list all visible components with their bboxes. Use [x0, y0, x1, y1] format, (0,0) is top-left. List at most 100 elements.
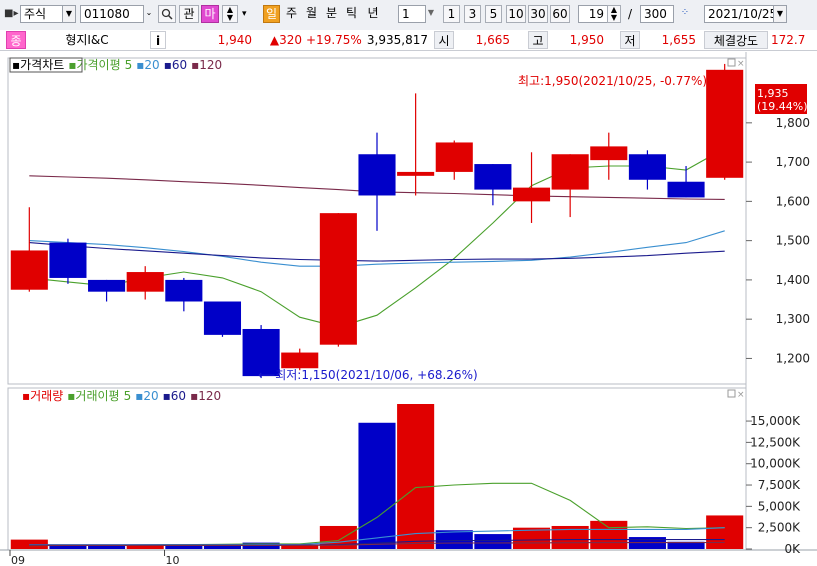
interval-input[interactable]: 1 [398, 5, 426, 23]
tab-week[interactable]: 주 [283, 5, 300, 23]
price-tick-label: 1,700 [776, 155, 810, 169]
ma20-marker: ▪ [136, 58, 144, 72]
candle-body [319, 213, 357, 345]
current-price-tag-pct: (19.44%) [757, 100, 808, 113]
tab-tick[interactable]: 틱 [343, 5, 360, 23]
panel-toggle-icon[interactable]: ■▸ [4, 6, 18, 22]
interval-1-button[interactable]: 1 [443, 5, 460, 23]
tab-month[interactable]: 월 [303, 5, 320, 23]
interval-5-button[interactable]: 5 [485, 5, 502, 23]
price-ma-60: 60 [172, 58, 187, 72]
candle-body [281, 352, 319, 369]
tab-year[interactable]: 년 [363, 5, 383, 23]
price-tick-label: 1,500 [776, 234, 810, 248]
stepper-dropdown-icon[interactable]: ▾ [242, 6, 247, 22]
open-price: 1,665 [475, 33, 510, 47]
stock-name[interactable]: 형지I&C [28, 30, 146, 50]
settings-grid-icon[interactable]: ⁘ [676, 5, 694, 23]
volume-tab-label[interactable]: 거래량 [30, 389, 63, 403]
candle-body [435, 142, 473, 172]
candle-body [474, 164, 512, 190]
date-input[interactable]: 2021/10/25 [704, 5, 776, 23]
ma60-marker: ▪ [164, 58, 172, 72]
tab-minute[interactable]: 분 [323, 5, 340, 23]
low-label: 저 [620, 31, 640, 49]
info-icon[interactable]: i [150, 31, 166, 49]
candle-body [126, 272, 164, 292]
interval-10-button[interactable]: 10 [506, 5, 526, 23]
current-price-tag-value: 1,935 [757, 87, 789, 100]
candle-body [667, 181, 705, 198]
low-price: 1,655 [661, 33, 696, 47]
chart-canvas[interactable]: × × 1,2001,3001,4001,5001,6001,7001,800 … [0, 52, 817, 566]
market-dropdown-chevron-icon[interactable]: ▼ [62, 5, 76, 23]
volume-bar [358, 422, 396, 549]
candle-body [628, 154, 666, 180]
volume-bar [706, 515, 744, 549]
vol-ma60-marker: ▪ [163, 389, 171, 403]
volume-bar [474, 534, 512, 549]
x-tick-label: 10 [166, 554, 180, 566]
price-change: ▲320 [269, 33, 302, 47]
volume-bar [435, 530, 473, 549]
interval-dropdown-chevron-icon[interactable]: ▼ [424, 5, 438, 23]
price-tab-label[interactable]: 가격차트 [20, 58, 64, 72]
volume-bar [397, 404, 435, 549]
interval-3-button[interactable]: 3 [464, 5, 481, 23]
price-change-pct: +19.75% [306, 33, 362, 47]
volume-ma-60: 60 [171, 389, 186, 403]
price-panel-close-icon[interactable]: × [737, 59, 745, 69]
x-tick-label: 09 [11, 554, 25, 566]
price-ma-20: 20 [144, 58, 159, 72]
watchlist-button[interactable]: 관 [179, 5, 199, 23]
code-dropdown-chevron-icon[interactable]: ⌄ [142, 5, 156, 23]
volume-tick-label: 10,000K [750, 457, 801, 471]
price-tick-label: 1,200 [776, 351, 810, 365]
tab-day[interactable]: 일 [263, 5, 280, 23]
volume-ma-5: 5 [124, 389, 132, 403]
search-icon[interactable] [158, 5, 176, 23]
price-ma-120: 120 [199, 58, 222, 72]
strength-label: 체결강도 [704, 31, 768, 49]
interval-30-button[interactable]: 30 [528, 5, 548, 23]
stock-badge: 종 [6, 31, 26, 49]
candle-body [551, 154, 589, 190]
display-count-input[interactable]: 19 [578, 5, 608, 23]
candle-body [512, 187, 551, 202]
stock-code-input[interactable]: 011080 [80, 5, 144, 23]
date-dropdown-chevron-icon[interactable]: ▼ [773, 5, 787, 23]
volume-ma-20: 20 [143, 389, 158, 403]
stepper-icon[interactable]: ▲ ▼ [222, 5, 238, 23]
candle-body [358, 154, 396, 196]
candle-body [590, 146, 628, 161]
volume-panel-close-icon[interactable]: × [737, 390, 745, 400]
open-label: 시 [434, 31, 454, 49]
price-legend: ▪가격차트 ▪가격이평 5 ▪20 ▪60 ▪120 [12, 58, 222, 72]
volume-tab-marker: ▪ [22, 389, 30, 403]
total-count-input[interactable]: 300 [640, 5, 674, 23]
volume-tick-label: 5,000K [758, 499, 801, 513]
volume-bar [590, 520, 628, 549]
favorite-button[interactable]: 마 [201, 5, 219, 23]
price-tab-marker[interactable]: ▪ [12, 58, 20, 72]
volume-ma-label: 거래이평 [75, 389, 119, 403]
candle-body [49, 242, 87, 278]
volume-tick-label: 2,500K [758, 521, 801, 535]
price-ma-5: 5 [125, 58, 133, 72]
interval-60-button[interactable]: 60 [550, 5, 570, 23]
volume-tick-label: 15,000K [750, 414, 801, 428]
ma120-marker: ▪ [191, 58, 199, 72]
price-tick-label: 1,300 [776, 312, 810, 326]
candle-body [88, 279, 126, 292]
volume-tick-label: 0K [784, 542, 801, 556]
strength-value: 172.7 [771, 33, 806, 47]
market-select[interactable]: 주식 [20, 5, 64, 23]
trade-volume: 3,935,817 [366, 33, 428, 47]
volume-ma-120: 120 [198, 389, 221, 403]
low-annotation: ⟵최저:1,150(2021/10/06, +68.26%) [258, 368, 478, 382]
candle-body [10, 250, 48, 290]
high-annotation: 최고:1,950(2021/10/25, -0.77%)⟶ [518, 74, 724, 88]
price-ma-label: 가격이평 [76, 58, 120, 72]
candle-body [203, 301, 242, 335]
count-stepper-icon[interactable]: ▲ ▼ [607, 5, 621, 23]
